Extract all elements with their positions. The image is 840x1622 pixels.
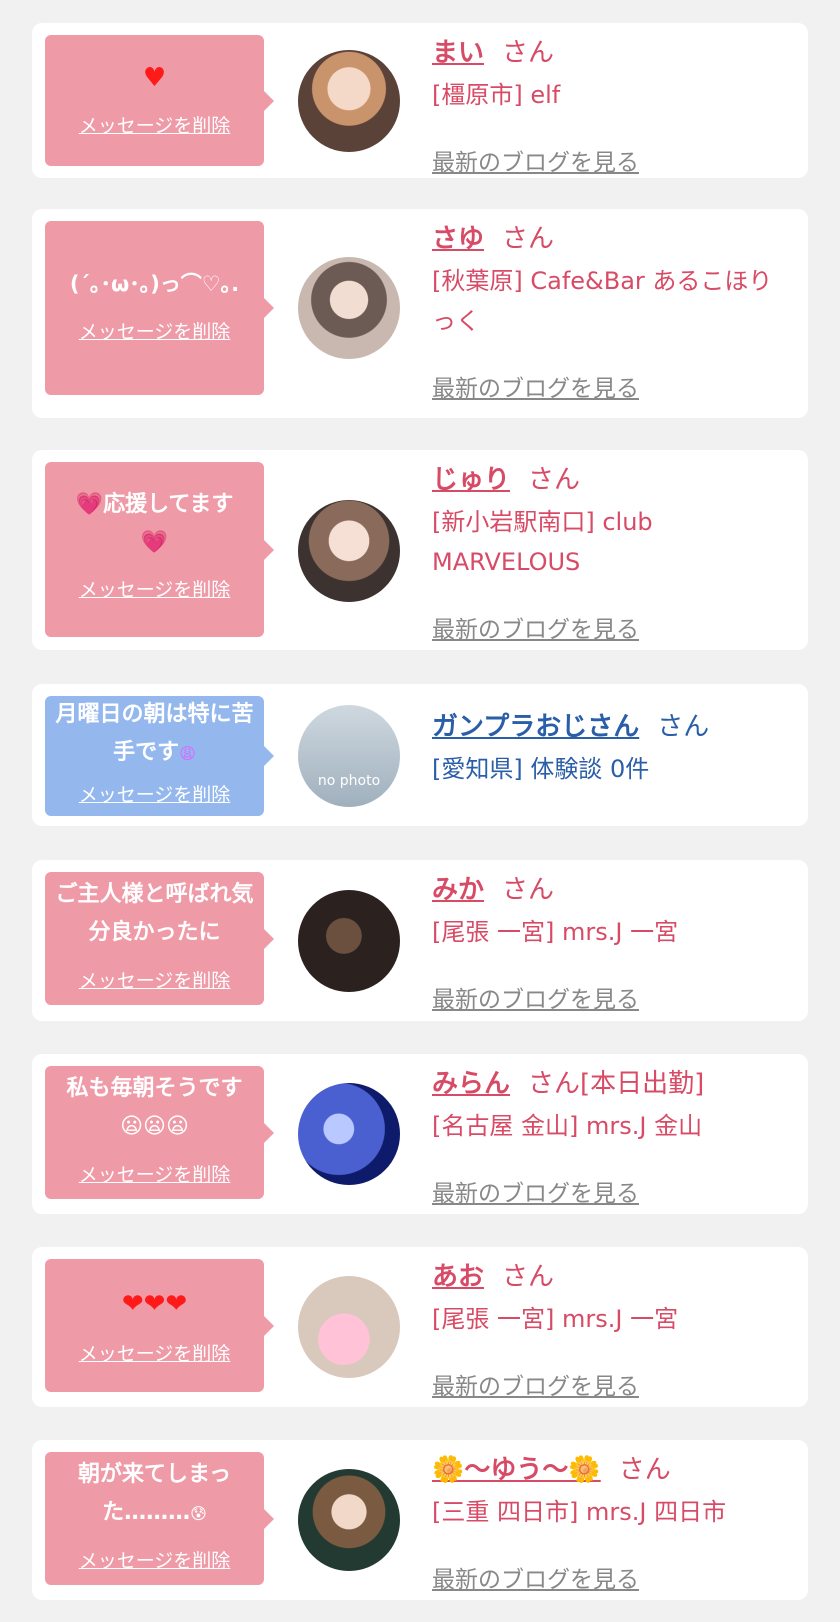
user-name-link[interactable]: ガンプラおじさん — [432, 712, 639, 742]
shop-location: [名古屋 金山] mrs.J 金山 — [432, 1112, 703, 1140]
message-card: 月曜日の朝は特に苦手です😩 メッセージを削除 no photo ガンプラおじさん… — [32, 684, 808, 826]
delete-message-link[interactable]: メッセージを削除 — [45, 111, 264, 138]
message-card: ❤❤❤ メッセージを削除 あお さん [尾張 一宮] mrs.J 一宮 最新のブロ… — [32, 1247, 808, 1407]
delete-message-link[interactable]: メッセージを削除 — [45, 966, 264, 993]
user-name-link[interactable]: じゅり — [432, 465, 510, 495]
latest-blog-link[interactable]: 最新のブログを見る — [432, 1367, 639, 1401]
delete-message-link[interactable]: メッセージを削除 — [45, 1546, 264, 1573]
message-text: (´｡･ω･｡)っ⌒♡｡. — [69, 272, 240, 296]
heart-icon: 💗 — [75, 492, 104, 517]
honorific: さん — [618, 1455, 671, 1485]
user-name-link[interactable]: みらん — [432, 1069, 510, 1099]
latest-blog-link[interactable]: 最新のブログを見る — [432, 369, 639, 403]
honorific: さん — [502, 224, 555, 254]
sweat-face-icon: 😰 — [190, 1504, 207, 1523]
message-bubble: 朝が来てしまった………😰 メッセージを削除 — [45, 1452, 274, 1585]
message-text: 💗応援してます 💗 — [75, 492, 234, 555]
review-count: [愛知県] 体験談 0件 — [432, 755, 650, 783]
delete-message-link[interactable]: メッセージを削除 — [45, 1339, 264, 1366]
message-text: ご主人様と呼ばれ気分良かったに — [55, 882, 254, 945]
latest-blog-link[interactable]: 最新のブログを見る — [432, 1174, 639, 1208]
message-text: 月曜日の朝は特に苦手です😩 — [55, 702, 254, 765]
avatar[interactable] — [298, 1469, 400, 1571]
message-card: 💗応援してます 💗 メッセージを削除 じゅり さん [新小岩駅南口] club MA… — [32, 450, 808, 650]
message-card: 朝が来てしまった………😰 メッセージを削除 🌼〜ゆう〜🌼 さん [三重 四日市] … — [32, 1440, 808, 1600]
message-bubble: ご主人様と呼ばれ気分良かったに メッセージを削除 — [45, 872, 274, 1005]
avatar[interactable] — [298, 257, 400, 359]
shop-location: [尾張 一宮] mrs.J 一宮 — [432, 1305, 679, 1333]
honorific: さん — [657, 712, 710, 742]
shop-location: [尾張 一宮] mrs.J 一宮 — [432, 918, 679, 946]
user-name-link[interactable]: 🌼〜ゆう〜🌼 — [432, 1455, 601, 1485]
message-card: 私も毎朝そうです 😦😦😦 メッセージを削除 みらん さん[本日出勤] [名古屋 金山… — [32, 1054, 808, 1214]
message-card: (´｡･ω･｡)っ⌒♡｡. メッセージを削除 さゆ さん [秋葉原] Cafe&B… — [32, 209, 808, 418]
user-name-link[interactable]: みか — [432, 875, 484, 905]
shop-location: [三重 四日市] mrs.J 四日市 — [432, 1498, 727, 1526]
delete-message-link[interactable]: メッセージを削除 — [45, 575, 264, 602]
latest-blog-link[interactable]: 最新のブログを見る — [432, 980, 639, 1014]
user-name-link[interactable]: あお — [432, 1262, 484, 1292]
message-text: 私も毎朝そうです 😦😦😦 — [66, 1076, 243, 1139]
avatar[interactable] — [298, 890, 400, 992]
message-card: ♥ メッセージを削除 まい さん [橿原市] elf 最新のブログを見る — [32, 23, 808, 178]
avatar[interactable] — [298, 500, 400, 602]
delete-message-link[interactable]: メッセージを削除 — [45, 780, 264, 807]
on-duty-badge: [本日出勤] — [580, 1069, 705, 1099]
delete-message-link[interactable]: メッセージを削除 — [45, 317, 264, 344]
message-bubble: 💗応援してます 💗 メッセージを削除 — [45, 462, 274, 637]
latest-blog-link[interactable]: 最新のブログを見る — [432, 1560, 639, 1594]
user-name-link[interactable]: まい — [432, 38, 484, 68]
honorific: さん — [502, 38, 555, 68]
avatar[interactable] — [298, 50, 400, 152]
message-text: 朝が来てしまった………😰 — [77, 1462, 232, 1525]
message-text: ♥ — [142, 63, 167, 93]
user-name-link[interactable]: さゆ — [432, 224, 484, 254]
worried-face-icon: 😦😦😦 — [120, 1114, 189, 1139]
message-bubble: 私も毎朝そうです 😦😦😦 メッセージを削除 — [45, 1066, 274, 1199]
honorific: さん — [502, 875, 555, 905]
honorific: さん — [528, 1069, 581, 1099]
message-bubble: ❤❤❤ メッセージを削除 — [45, 1259, 274, 1392]
message-text: ❤❤❤ — [121, 1289, 188, 1319]
shop-location: [新小岩駅南口] club MARVELOUS — [432, 508, 653, 576]
shop-location: [秋葉原] Cafe&Bar あるこほりっく — [432, 267, 773, 335]
tired-face-icon: 😩 — [179, 744, 196, 763]
avatar[interactable] — [298, 1083, 400, 1185]
avatar[interactable] — [298, 1276, 400, 1378]
honorific: さん — [528, 465, 581, 495]
no-photo-label: no photo — [317, 773, 381, 789]
shop-location: [橿原市] elf — [432, 81, 561, 109]
heart-icon: 💗 — [140, 530, 169, 555]
message-bubble: (´｡･ω･｡)っ⌒♡｡. メッセージを削除 — [45, 221, 274, 395]
delete-message-link[interactable]: メッセージを削除 — [45, 1160, 264, 1187]
honorific: さん — [502, 1262, 555, 1292]
message-bubble: 月曜日の朝は特に苦手です😩 メッセージを削除 — [45, 696, 274, 816]
avatar[interactable]: no photo — [298, 705, 400, 807]
latest-blog-link[interactable]: 最新のブログを見る — [432, 610, 639, 644]
message-bubble: ♥ メッセージを削除 — [45, 35, 274, 166]
latest-blog-link[interactable]: 最新のブログを見る — [432, 143, 639, 177]
message-card: ご主人様と呼ばれ気分良かったに メッセージを削除 みか さん [尾張 一宮] mr… — [32, 860, 808, 1021]
